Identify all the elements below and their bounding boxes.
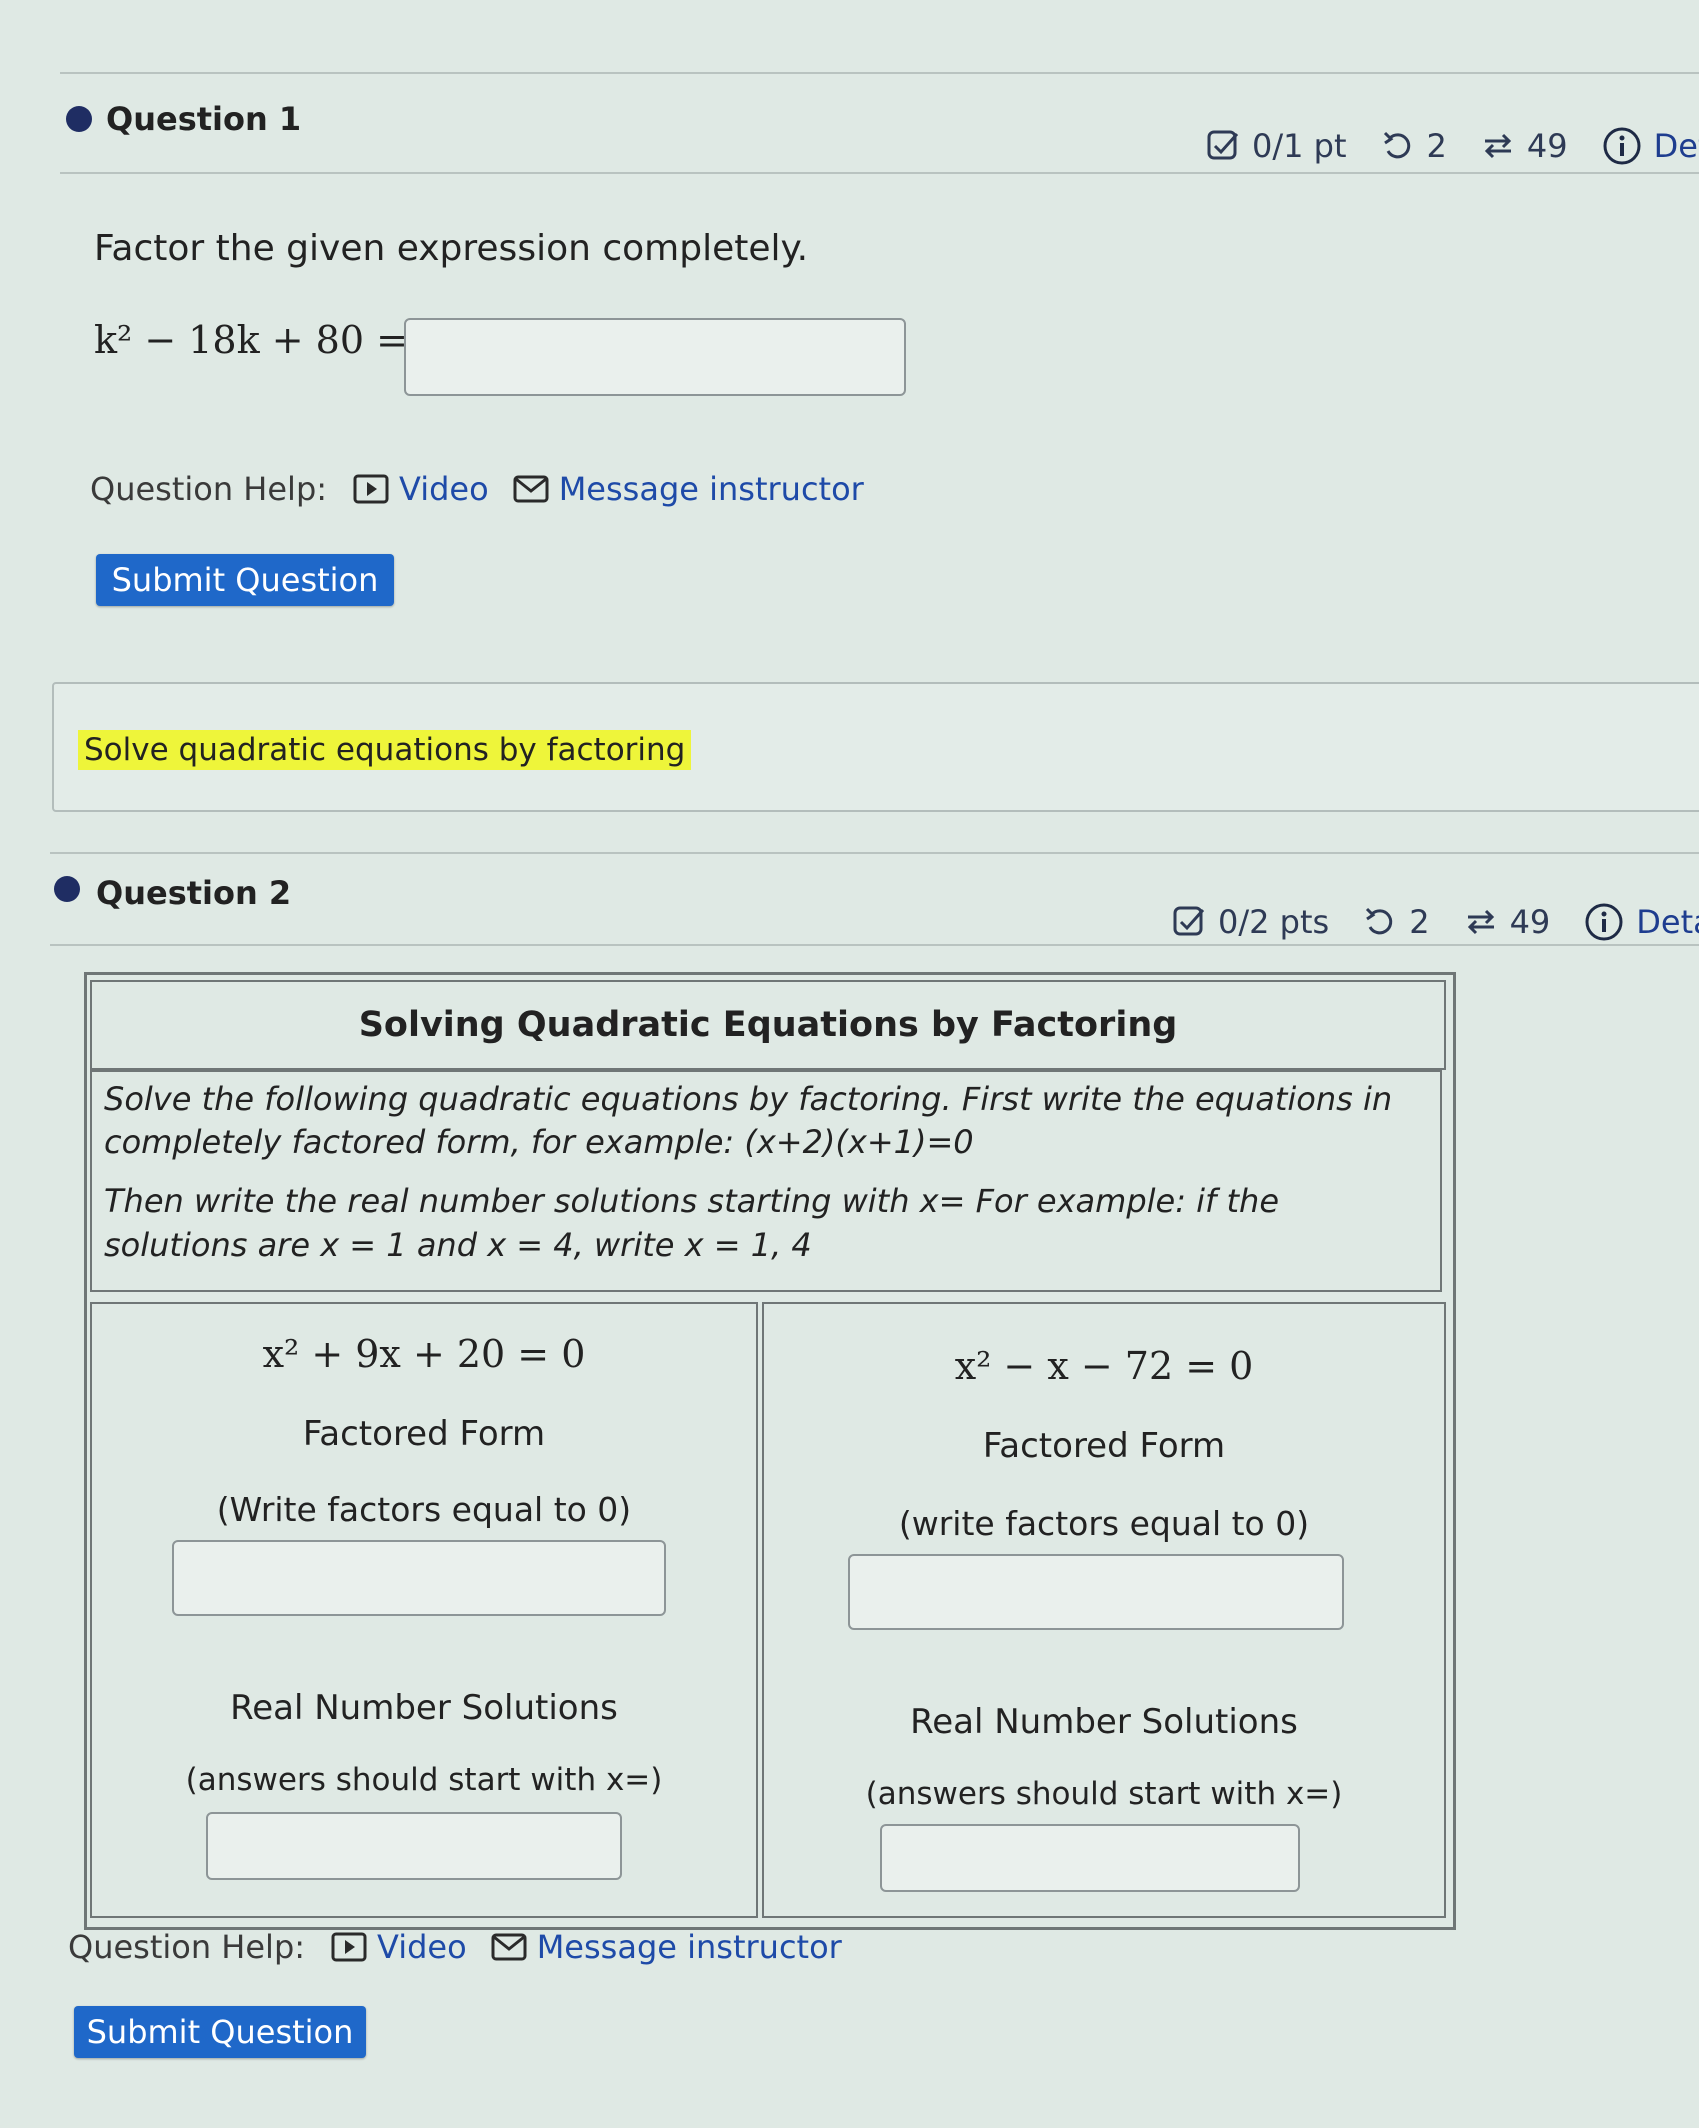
attempts-icon [1484, 133, 1512, 159]
retry-icon [1383, 131, 1410, 159]
question-1-score: 0/1 pt [1252, 127, 1347, 165]
right-factored-heading: Factored Form [982, 1426, 1226, 1466]
video-icon [331, 1932, 367, 1962]
learning-outcome-text: Solve quadratic equations by factoring [78, 730, 692, 770]
question-1-video-link[interactable]: Video [353, 470, 489, 508]
question-1-message-link[interactable]: Message instructor [513, 470, 864, 508]
question-2-video-link[interactable]: Video [331, 1928, 467, 1966]
question-1-prompt: Factor the given expression completely. [94, 228, 809, 269]
video-label: Video [377, 1928, 467, 1966]
q2-header-rule [50, 944, 1699, 946]
left-factored-input[interactable] [172, 1540, 666, 1616]
right-solutions-heading: Real Number Solutions [910, 1702, 1298, 1742]
question-1-help: Question Help: Video Message instructor [90, 470, 888, 508]
q1-header-rule [60, 172, 1699, 174]
checkbox-icon [1207, 130, 1239, 160]
question-help-label: Question Help: [90, 470, 328, 508]
table-instructions: Solve the following quadratic equations … [90, 1070, 1442, 1292]
message-instructor-label: Message instructor [558, 470, 864, 508]
checkbox-icon [1173, 906, 1205, 936]
retry-icon [1366, 907, 1393, 935]
right-solutions-note: (answers should start with x=) [865, 1776, 1343, 1812]
envelope-icon [513, 475, 549, 503]
question-2-attempts: 49 [1509, 903, 1551, 941]
left-factored-note: (Write factors equal to 0) [216, 1490, 632, 1529]
question-1-expression: k² − 18k + 80 = [94, 318, 408, 362]
question-1-retries: 2 [1426, 127, 1447, 165]
question-2-title: Question 2 [96, 874, 292, 912]
right-solutions-input[interactable] [880, 1824, 1300, 1892]
right-factored-input[interactable] [848, 1554, 1344, 1630]
attempts-icon [1467, 909, 1494, 935]
message-instructor-label: Message instructor [536, 1928, 842, 1966]
question-2-retries: 2 [1409, 903, 1430, 941]
question-2-submit-button[interactable]: Submit Question [74, 2006, 366, 2058]
left-problem-cell: x² + 9x + 20 = 0 Factored Form (Write fa… [90, 1302, 758, 1918]
left-solutions-note: (answers should start with x=) [185, 1762, 663, 1798]
question-1-submit-button[interactable]: Submit Question [96, 554, 394, 606]
left-equation: x² + 9x + 20 = 0 [262, 1332, 586, 1376]
question-2-message-link[interactable]: Message instructor [491, 1928, 842, 1966]
question-1-bullet [66, 106, 92, 132]
question-2-help: Question Help: Video Message instructor [68, 1928, 866, 1966]
q2-top-rule [50, 852, 1699, 854]
left-solutions-heading: Real Number Solutions [230, 1688, 618, 1728]
info-icon[interactable] [1584, 902, 1624, 942]
right-factored-note: (write factors equal to 0) [898, 1504, 1310, 1543]
question-1-attempts: 49 [1526, 127, 1568, 165]
question-2-meta: 0/2 pts 2 49 Details [1172, 902, 1699, 942]
question-1-details-link[interactable]: Details [1654, 127, 1699, 165]
video-label: Video [399, 470, 489, 508]
left-solutions-input[interactable] [206, 1812, 622, 1880]
info-icon[interactable] [1602, 126, 1642, 166]
instructions-paragraph-2: Then write the real number solutions sta… [104, 1182, 1279, 1264]
table-title: Solving Quadratic Equations by Factoring [90, 980, 1446, 1070]
instructions-paragraph-1: Solve the following quadratic equations … [104, 1080, 1393, 1162]
question-1-answer-input[interactable] [404, 318, 906, 396]
question-1-meta: 0/1 pt 2 49 Details [1206, 126, 1699, 166]
question-2-details-link[interactable]: Details [1636, 903, 1699, 941]
left-factored-heading: Factored Form [302, 1414, 546, 1454]
right-equation: x² − x − 72 = 0 [954, 1344, 1254, 1388]
question-help-label: Question Help: [68, 1928, 306, 1966]
right-problem-cell: x² − x − 72 = 0 Factored Form (write fac… [762, 1302, 1446, 1918]
envelope-icon [491, 1933, 527, 1961]
video-icon [353, 474, 389, 504]
question-2-score: 0/2 pts [1218, 903, 1330, 941]
q1-top-rule [60, 72, 1699, 74]
question-2-bullet [54, 876, 80, 902]
question-1-title: Question 1 [106, 100, 302, 138]
